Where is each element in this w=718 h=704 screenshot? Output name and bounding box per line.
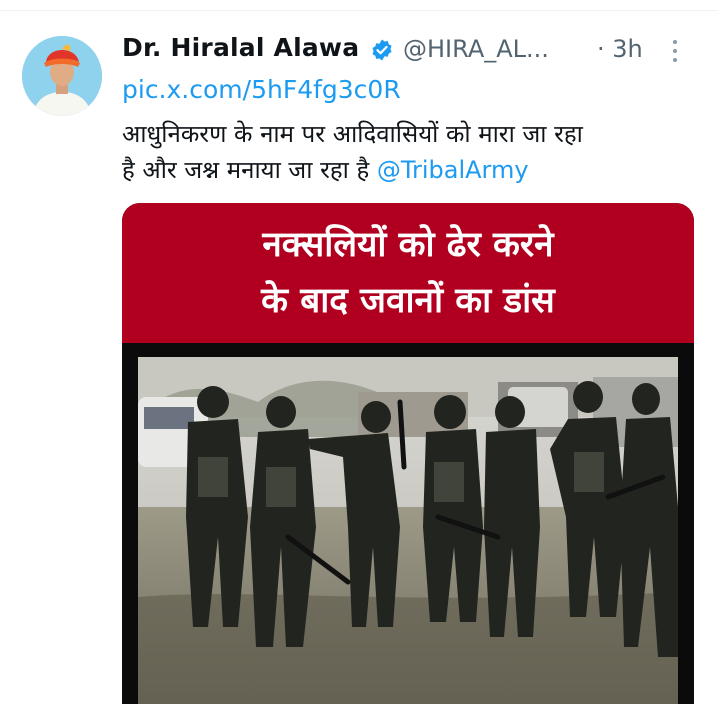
video-banner: नक्सलियों को ढेर करने के बाद जवानों का ड… <box>122 203 694 343</box>
banner-line-2: के बाद जवानों का डांस <box>261 281 555 321</box>
tweet-text: आधुनिकरण के नाम पर आदिवासियों को मारा जा… <box>122 116 692 188</box>
author-handle[interactable]: @HIRA_AL... <box>403 35 549 63</box>
tweet-text-line-1: आधुनिकरण के नाम पर आदिवासियों को मारा जा… <box>122 120 583 148</box>
video-frame[interactable] <box>138 357 678 704</box>
avatar[interactable] <box>22 36 102 116</box>
avatar-image <box>22 36 102 116</box>
mention-link[interactable]: @TribalArmy <box>377 156 529 184</box>
tweet-text-line-2-body: है और जश्न मनाया जा रहा है <box>122 156 377 184</box>
author-name[interactable]: Dr. Hiralal Alawa <box>122 33 359 62</box>
verified-badge-icon <box>372 39 392 61</box>
timestamp[interactable]: · 3h <box>597 35 643 63</box>
banner-line-1: नक्सलियों को ढेर करने <box>262 225 554 265</box>
top-divider <box>0 10 718 11</box>
tweet-media[interactable]: नक्सलियों को ढेर करने के बाद जवानों का ड… <box>122 203 694 704</box>
pic-link[interactable]: pic.x.com/5hF4fg3c0R <box>122 75 401 104</box>
more-options-icon[interactable] <box>668 40 682 68</box>
tweet-text-line-2: है और जश्न मनाया जा रहा है @TribalArmy <box>122 152 692 188</box>
